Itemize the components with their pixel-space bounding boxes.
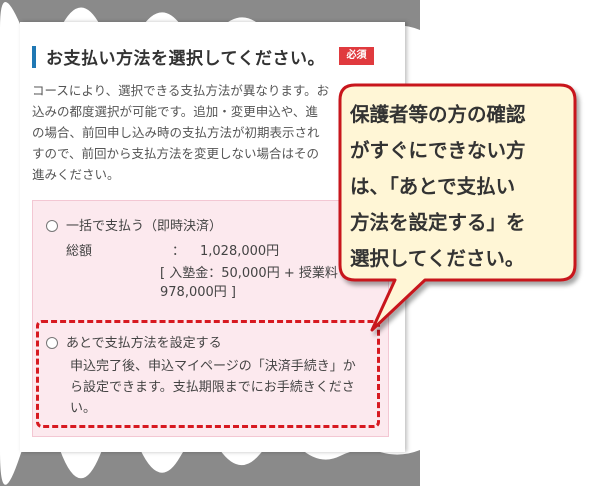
required-badge: 必須	[339, 47, 374, 65]
price-breakdown-line2: 978,000円 ]	[160, 285, 236, 300]
price-breakdown-line1: [ 入塾金：50,000円 + 授業料	[160, 266, 338, 281]
pay-later-radio[interactable]	[46, 337, 58, 349]
payment-description: コースにより、選択できる支払方法が異なります。お 込みの都度選択が可能です。追加…	[32, 80, 372, 185]
page-title: お支払い方法を選択してください。	[46, 49, 325, 69]
callout-line: がすぐにできない方	[350, 139, 526, 162]
callout-text: 保護者等の方の確認 がすぐにできない方 は、「あとで支払い 方法を設定する」を …	[350, 97, 570, 277]
total-colon: ：	[172, 244, 186, 259]
description-line: の場合、前回申し込み時の支払方法が初期表示され	[32, 125, 320, 140]
description-line: コースにより、選択できる支払方法が異なります。お	[32, 83, 330, 98]
lump-sum-label[interactable]: 一括で支払う（即時決済）	[66, 215, 222, 234]
heading-accent-bar	[32, 45, 36, 68]
callout-line: 方法を設定する」を	[350, 211, 526, 234]
callout-line: 保護者等の方の確認	[350, 103, 526, 126]
description-line: すので、前回から支払方法を変更しない場合はその	[32, 146, 320, 161]
section-heading: お支払い方法を選択してください。	[32, 44, 325, 69]
pay-later-desc-line: ら設定できます。支払期限までにお手続きくださ	[70, 380, 355, 395]
pay-later-description: 申込完了後、申込マイページの「決済手続き」か ら設定できます。支払期限までにお手…	[70, 356, 370, 419]
total-label: 総額	[66, 244, 93, 259]
description-line: 進みください。	[32, 167, 120, 182]
pay-later-desc-line: 申込完了後、申込マイページの「決済手続き」か	[70, 359, 356, 374]
lump-sum-radio[interactable]	[46, 220, 58, 232]
pay-later-label[interactable]: あとで支払方法を設定する	[66, 332, 222, 351]
pay-later-desc-line: い。	[70, 401, 97, 416]
total-value: 1,028,000円	[200, 244, 280, 259]
description-line: 込みの都度選択が可能です。追加・変更申込や、進	[32, 104, 318, 119]
callout-line: は、「あとで支払い	[350, 175, 516, 198]
callout-line: 選択してください。	[350, 247, 525, 270]
